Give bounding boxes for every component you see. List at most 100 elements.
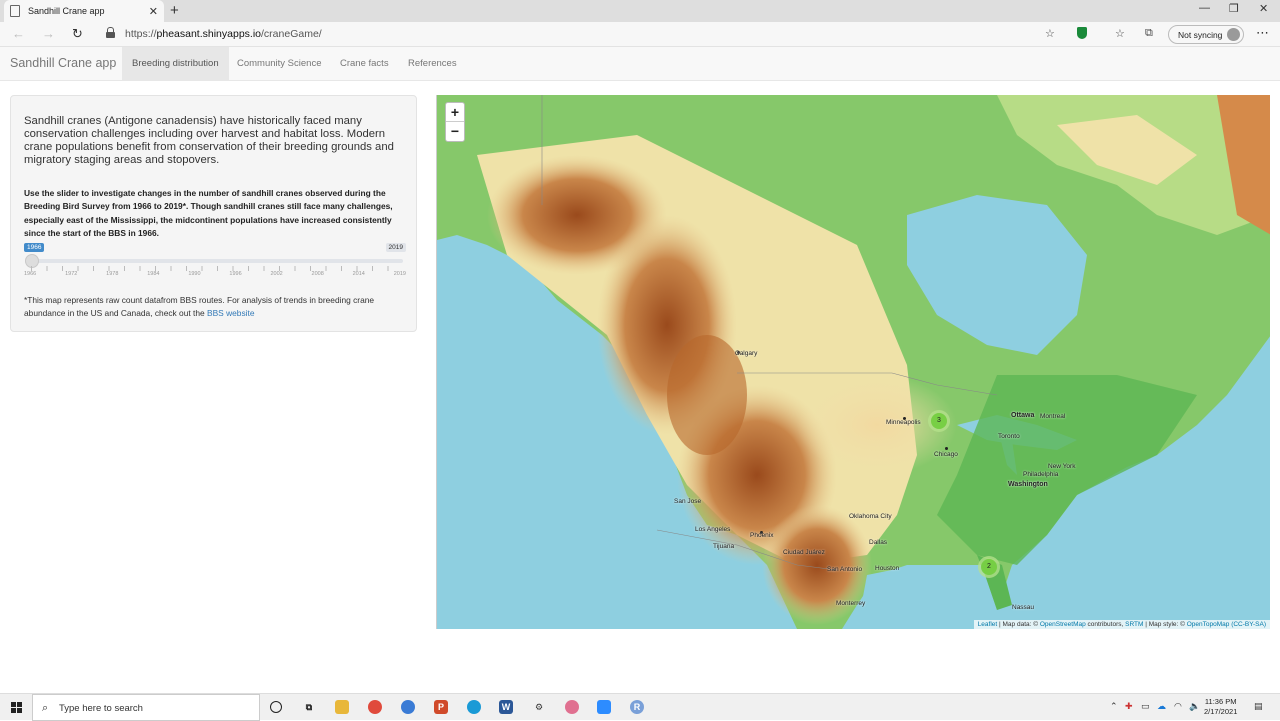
avatar <box>1227 28 1240 41</box>
slider-tick-label: 2019 <box>393 271 406 277</box>
attribution-text: contributors, <box>1085 621 1126 628</box>
file-explorer-icon[interactable] <box>335 700 349 714</box>
address-bar: ← → ↻ https://pheasant.shinyapps.io/cran… <box>0 22 1280 47</box>
map-attribution: Leaflet | Map data: © OpenStreetMap cont… <box>973 620 1270 629</box>
footnote: *This map represents raw count datafrom … <box>24 294 406 321</box>
city-label: Washington <box>1008 481 1048 488</box>
sync-label: Not syncing <box>1178 29 1223 40</box>
tray-app-icon[interactable]: ▭ <box>1141 701 1150 712</box>
new-tab-icon[interactable]: + <box>170 2 179 19</box>
chrome-icon[interactable] <box>368 700 382 714</box>
city-label: Houston <box>875 565 900 572</box>
city-label: Toronto <box>998 433 1020 440</box>
refresh-icon[interactable]: ↻ <box>72 26 83 42</box>
more-icon[interactable]: ⋯ <box>1256 25 1269 41</box>
cluster-count: 2 <box>981 559 997 575</box>
restore-icon[interactable]: ❐ <box>1229 2 1239 15</box>
city-label: Tijuana <box>713 543 735 550</box>
city-marker <box>945 447 948 450</box>
search-icon: ⌕ <box>42 702 49 714</box>
city-label: Ottawa <box>1011 412 1035 419</box>
app-icon[interactable] <box>565 700 579 714</box>
city-label: San Antonio <box>827 566 863 573</box>
terrain-map <box>437 95 1270 629</box>
notifications-icon[interactable]: ▤ <box>1254 701 1263 712</box>
city-label: Chicago <box>934 451 958 458</box>
windows-start-icon[interactable] <box>11 702 22 713</box>
close-tab-icon[interactable]: ✕ <box>149 5 158 18</box>
clock-time: 11:36 PM <box>1204 697 1237 706</box>
zoom-out-button[interactable]: − <box>446 122 464 141</box>
leaflet-link[interactable]: Leaflet <box>978 621 998 628</box>
app-navbar: Sandhill Crane app Breeding distribution… <box>0 47 1280 81</box>
forward-icon[interactable]: → <box>42 26 55 41</box>
collections-icon[interactable]: ⧉ <box>1145 27 1153 40</box>
minimize-icon[interactable]: — <box>1199 2 1210 14</box>
taskbar-search-input[interactable]: ⌕ Type here to search <box>32 694 260 721</box>
powerpoint-icon[interactable]: P <box>434 700 448 714</box>
sidebar-panel: Sandhill cranes (Antigone canadensis) ha… <box>10 95 417 332</box>
tray-app-icon[interactable]: ✚ <box>1125 701 1133 712</box>
slider-tick-label: 2002 <box>270 271 283 277</box>
app-icon[interactable] <box>401 700 415 714</box>
cluster-count: 3 <box>931 413 947 429</box>
tab-references[interactable]: References <box>398 47 467 81</box>
cortana-icon[interactable] <box>270 701 282 713</box>
wifi-icon[interactable]: ◠ <box>1174 701 1182 712</box>
favorite-add-icon[interactable]: ☆ <box>1045 27 1055 40</box>
tab-crane-facts[interactable]: Crane facts <box>330 47 399 81</box>
slider-track[interactable] <box>31 259 403 263</box>
slider-tick-label: 2014 <box>352 271 365 277</box>
zoom-app-icon[interactable] <box>597 700 611 714</box>
slider-tick-label: 2008 <box>311 271 324 277</box>
clock-date: 2/17/2021 <box>1204 707 1238 716</box>
slider-tick-label: 1984 <box>147 271 160 277</box>
sync-button[interactable]: Not syncing <box>1168 25 1244 44</box>
bbs-website-link[interactable]: BBS website <box>207 308 254 318</box>
back-icon[interactable]: ← <box>12 26 25 41</box>
favorites-icon[interactable]: ☆ <box>1115 27 1125 40</box>
edge-icon[interactable] <box>467 700 481 714</box>
tab-community-science[interactable]: Community Science <box>227 47 331 81</box>
word-icon[interactable]: W <box>499 700 513 714</box>
instructions-text: Use the slider to investigate changes in… <box>24 188 393 238</box>
slider-tick-labels: 1966 1972 1978 1984 1990 1996 2002 2008 … <box>24 271 406 277</box>
zoom-in-button[interactable]: + <box>446 103 464 122</box>
city-label: Dallas <box>869 539 888 546</box>
city-label: Minneapolis <box>886 419 921 426</box>
city-label: Monterrey <box>836 600 866 607</box>
year-slider[interactable]: 1966 2019 1966 1972 1978 1984 1990 1996 … <box>24 242 406 282</box>
attribution-text: | Map style: © <box>1143 621 1187 628</box>
close-window-icon[interactable]: ✕ <box>1259 2 1268 15</box>
clock[interactable]: 11:36 PM 2/17/2021 <box>1204 697 1237 717</box>
opentopomap-link[interactable]: OpenTopoMap (CC-BY-SA) <box>1187 621 1266 628</box>
shield-extension-icon[interactable] <box>1077 27 1087 39</box>
slider-tick-label: 1978 <box>106 271 119 277</box>
browser-tab[interactable]: Sandhill Crane app ✕ <box>4 0 164 22</box>
cluster-marker[interactable]: 3 <box>928 410 950 432</box>
slider-tick-label: 1966 <box>24 271 37 277</box>
url-field[interactable]: https://pheasant.shinyapps.io/craneGame/ <box>125 28 322 40</box>
task-view-icon[interactable]: ⧉ <box>302 700 316 714</box>
app-brand[interactable]: Sandhill Crane app <box>10 56 116 70</box>
r-app-icon[interactable]: R <box>630 700 644 714</box>
map-view[interactable]: + − Calgary Minneapolis Ottawa Montreal … <box>436 95 1270 629</box>
settings-gear-icon[interactable]: ⚙ <box>532 700 546 714</box>
tab-title: Sandhill Crane app <box>28 6 105 16</box>
city-label: Phoenix <box>750 532 774 539</box>
tab-breeding-distribution[interactable]: Breeding distribution <box>122 47 229 81</box>
city-label: Oklahoma City <box>849 513 892 520</box>
volume-icon[interactable]: 🔈 <box>1189 701 1200 712</box>
chevron-up-icon[interactable]: ⌃ <box>1110 701 1118 712</box>
city-label: Calgary <box>735 350 758 357</box>
url-host: pheasant.shinyapps.io <box>156 28 262 40</box>
slider-value-label: 1966 <box>24 243 45 252</box>
search-placeholder: Type here to search <box>59 703 143 714</box>
onedrive-icon[interactable]: ☁ <box>1157 701 1166 712</box>
lock-icon[interactable] <box>106 27 115 38</box>
slider-tick-label: 1996 <box>229 271 242 277</box>
cluster-marker[interactable]: 2 <box>978 556 1000 578</box>
srtm-link[interactable]: SRTM <box>1125 621 1143 628</box>
city-label: Ciudad Juárez <box>783 549 825 556</box>
osm-link[interactable]: OpenStreetMap <box>1040 621 1086 628</box>
